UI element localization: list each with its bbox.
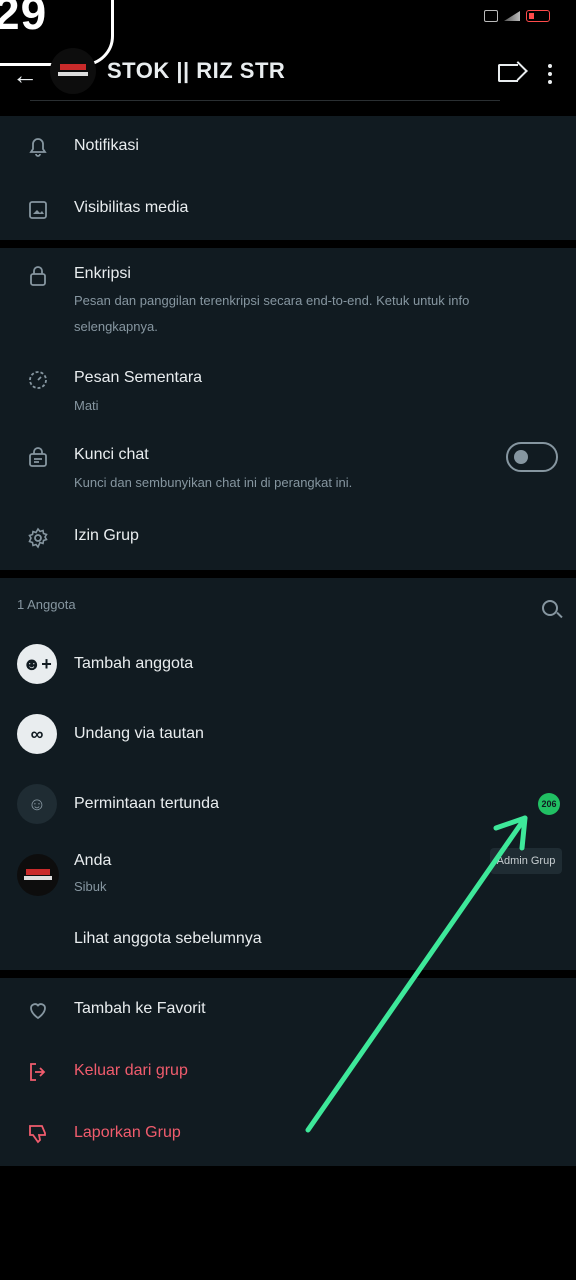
member-status: Sibuk: [74, 879, 107, 894]
group-name[interactable]: STOK || RIZ STR: [107, 58, 285, 84]
pending-count-badge: 206: [538, 793, 560, 815]
back-arrow-icon[interactable]: ←: [12, 60, 38, 91]
encryption-row[interactable]: Enkripsi Pesan dan panggilan terenkripsi…: [0, 248, 576, 350]
thumbs-down-icon: [29, 1125, 46, 1144]
add-member-label: Tambah anggota: [74, 655, 194, 672]
battery-icon: [526, 10, 550, 22]
status-time: 29: [0, 0, 48, 39]
disappearing-title: Pesan Sementara: [74, 369, 203, 386]
gear-icon: [28, 527, 48, 549]
divider: [30, 100, 500, 101]
notifications-label: Notifikasi: [74, 137, 139, 154]
disappearing-messages-row[interactable]: Pesan Sementara Mati: [0, 350, 576, 428]
encryption-title: Enkripsi: [74, 265, 131, 282]
volte-icon: [484, 10, 498, 22]
report-group-label: Laporkan Grup: [74, 1124, 181, 1141]
more-options-icon[interactable]: [548, 64, 552, 88]
chat-lock-subtitle: Kunci dan sembunyikan chat ini di perang…: [74, 475, 353, 490]
invite-link-label: Undang via tautan: [74, 725, 204, 742]
group-permissions-row[interactable]: Izin Grup: [0, 506, 576, 570]
member-name: Anda: [74, 852, 112, 869]
actions-section: Tambah ke Favorit Keluar dari grup Lapor…: [0, 978, 576, 1166]
admin-badge: Admin Grup: [490, 848, 562, 874]
search-icon[interactable]: [542, 600, 558, 616]
app-bar: ← STOK || RIZ STR: [0, 40, 576, 106]
member-avatar: [17, 854, 59, 896]
chat-lock-icon: [29, 447, 47, 467]
bell-icon: [29, 138, 47, 157]
past-members-label: Lihat anggota sebelumnya: [74, 930, 262, 947]
security-section: Enkripsi Pesan dan panggilan terenkripsi…: [0, 248, 576, 570]
add-person-icon: ☻+: [17, 644, 57, 684]
favorite-label: Tambah ke Favorit: [74, 1000, 206, 1017]
invite-link-row[interactable]: ∞ Undang via tautan: [0, 710, 576, 760]
notifications-row[interactable]: Notifikasi: [0, 116, 576, 178]
timer-icon: [29, 371, 47, 389]
lock-icon: [30, 266, 46, 286]
pending-requests-label: Permintaan tertunda: [74, 795, 219, 812]
signal-icon: [504, 11, 520, 21]
chat-lock-row[interactable]: Kunci chat Kunci dan sembunyikan chat in…: [0, 428, 576, 506]
members-count: 1 Anggota: [17, 597, 76, 612]
link-icon: ∞: [17, 714, 57, 754]
exit-group-row[interactable]: Keluar dari grup: [0, 1040, 576, 1102]
favorite-row[interactable]: Tambah ke Favorit: [0, 978, 576, 1040]
chat-lock-title: Kunci chat: [74, 446, 149, 463]
heart-icon: [30, 1003, 46, 1020]
group-permissions-label: Izin Grup: [74, 527, 139, 544]
encryption-subtitle: Pesan dan panggilan terenkripsi secara e…: [74, 293, 470, 334]
settings-section: Notifikasi Visibilitas media: [0, 116, 576, 240]
status-icons: [484, 10, 550, 22]
report-group-row[interactable]: Laporkan Grup: [0, 1102, 576, 1164]
pending-requests-row[interactable]: ☺ Permintaan tertunda: [0, 780, 576, 830]
media-visibility-label: Visibilitas media: [74, 199, 189, 216]
exit-icon: [30, 1063, 46, 1081]
media-visibility-row[interactable]: Visibilitas media: [0, 178, 576, 240]
exit-group-label: Keluar dari grup: [74, 1062, 188, 1079]
chat-lock-toggle[interactable]: [506, 442, 558, 472]
group-avatar[interactable]: [50, 48, 96, 94]
disappearing-status: Mati: [74, 398, 99, 413]
image-icon: [29, 201, 47, 219]
label-icon[interactable]: [498, 64, 518, 82]
pending-person-icon: ☺: [17, 784, 57, 824]
past-members-row[interactable]: Lihat anggota sebelumnya: [0, 918, 576, 962]
add-member-row[interactable]: ☻+ Tambah anggota: [0, 640, 576, 690]
